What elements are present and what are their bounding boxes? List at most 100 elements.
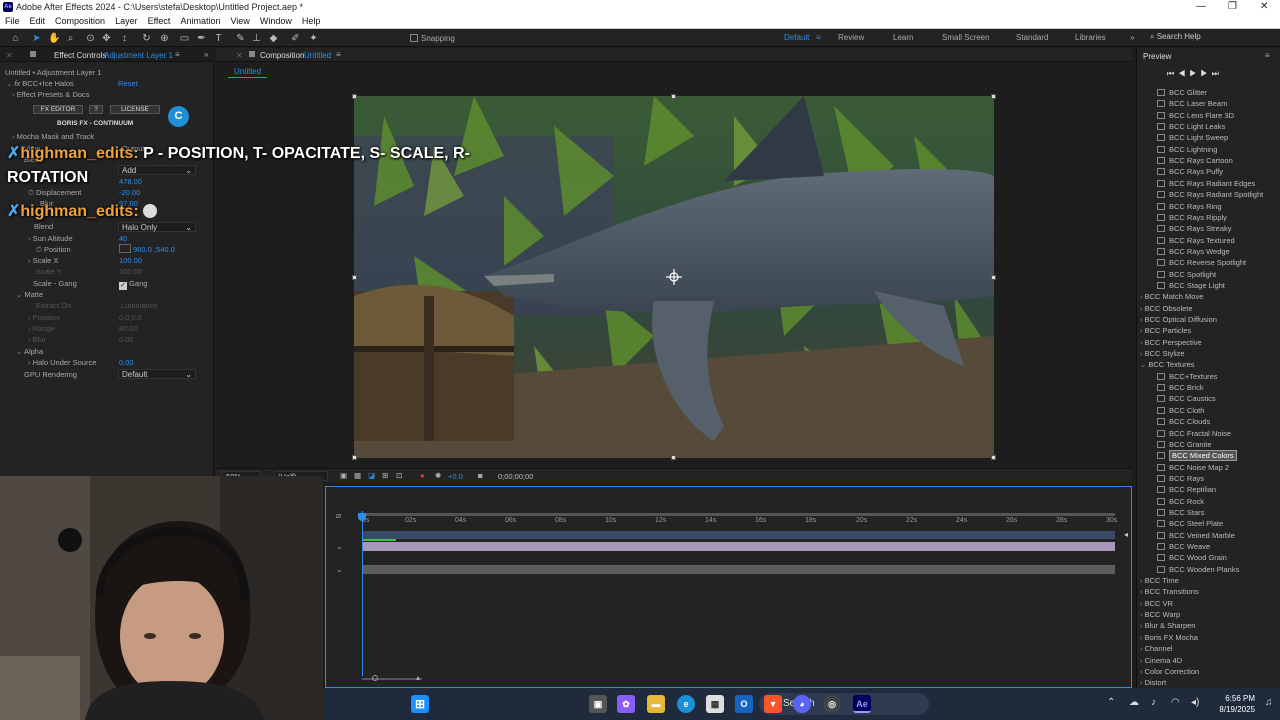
playhead[interactable] xyxy=(362,511,363,676)
snapping-checkbox[interactable] xyxy=(410,34,418,42)
pan-tool-icon[interactable]: ✥ xyxy=(100,32,113,45)
lock-icon[interactable] xyxy=(30,51,36,57)
zoom-slider-thumb[interactable] xyxy=(372,675,378,681)
workspace-default[interactable]: Default xyxy=(784,33,809,42)
brave-icon[interactable]: ▼ xyxy=(764,695,782,713)
effect-list-item[interactable]: BCC Stars xyxy=(1137,508,1280,519)
clock-date[interactable]: 8/19/2025 xyxy=(1203,705,1255,714)
effect-list-item[interactable]: › BCC Perspective xyxy=(1137,338,1280,349)
3d-view-icon[interactable]: ⊡ xyxy=(396,471,402,480)
menu-layer[interactable]: Layer xyxy=(110,15,143,27)
system-tray-chevron-icon[interactable]: ⌃ xyxy=(1107,697,1115,708)
panel-menu-icon[interactable]: ≡ xyxy=(175,50,180,59)
zoom-slider[interactable] xyxy=(362,678,422,680)
anchor-tool-icon[interactable]: ⊕ xyxy=(158,32,171,45)
effect-list-item[interactable]: BCC Caustics xyxy=(1137,394,1280,405)
effect-list-item[interactable]: BCC Rays Ring xyxy=(1137,202,1280,213)
mask-visibility-icon[interactable]: ◪ xyxy=(368,471,375,480)
puppet-tool-icon[interactable]: ✦ xyxy=(307,32,320,45)
effect-list-item[interactable]: › Blur & Sharpen xyxy=(1137,621,1280,632)
eraser-tool-icon[interactable]: ◆ xyxy=(267,32,280,45)
panel-expand-icon[interactable]: » xyxy=(204,50,208,59)
panel-menu-icon[interactable]: ≡ xyxy=(336,50,341,59)
preview-controls[interactable]: ⏮◀▶▶⏭ xyxy=(1167,69,1223,79)
workspace-overflow-icon[interactable]: » xyxy=(1130,33,1134,42)
transform-handle[interactable] xyxy=(352,455,357,460)
home-icon[interactable]: ⌂ xyxy=(9,32,22,45)
expand-chevron-icon[interactable]: ⌄ xyxy=(336,565,343,574)
lock-icon[interactable] xyxy=(249,51,255,57)
work-area-bar[interactable] xyxy=(362,513,1115,516)
brush-tool-icon[interactable]: ✎ xyxy=(234,32,247,45)
menu-help[interactable]: Help xyxy=(297,15,326,27)
exposure-icon[interactable]: ✺ xyxy=(435,471,441,480)
close-icon[interactable]: ✕ xyxy=(6,51,13,60)
effect-list-item[interactable]: BCC Reptilian xyxy=(1137,485,1280,496)
rotate-tool-icon[interactable]: ↻ xyxy=(140,32,153,45)
effect-list-item[interactable]: BCC Rays Radiant Spotlight xyxy=(1137,190,1280,201)
effect-list-item[interactable]: BCC Glitter xyxy=(1137,88,1280,99)
effect-list-item[interactable]: BCC+Textures xyxy=(1137,372,1280,383)
collapse-chevron-icon[interactable]: ⌄ xyxy=(16,347,24,356)
footage-layer-bar[interactable] xyxy=(362,565,1115,574)
previous-frame-icon[interactable]: ◀ xyxy=(1178,69,1189,78)
taskbar-search[interactable]: ⌕Search xyxy=(759,693,929,715)
effect-list-item[interactable]: › BCC Optical Diffusion xyxy=(1137,315,1280,326)
close-icon[interactable]: ✕ xyxy=(1260,1,1268,12)
effect-list-item[interactable]: › BCC Match Move xyxy=(1137,292,1280,303)
transparency-grid-icon[interactable]: ▦ xyxy=(354,471,361,480)
menu-window[interactable]: Window xyxy=(255,15,297,27)
stopwatch-icon[interactable]: ⏱ xyxy=(36,245,44,254)
transform-handle[interactable] xyxy=(352,275,357,280)
effect-list-item[interactable]: › BCC VR xyxy=(1137,599,1280,610)
cloud-icon[interactable]: ☁ xyxy=(1129,697,1139,708)
effect-list-item[interactable]: › Color Correction xyxy=(1137,667,1280,678)
selection-tool-icon[interactable]: ➤ xyxy=(30,32,43,45)
menu-composition[interactable]: Composition xyxy=(50,15,110,27)
workspace-standard[interactable]: Standard xyxy=(1016,33,1048,42)
region-of-interest-icon[interactable]: ▣ xyxy=(340,471,347,480)
effect-list-item[interactable]: BCC Clouds xyxy=(1137,417,1280,428)
work-area-end-icon[interactable]: ◂ xyxy=(1124,530,1128,539)
effect-list-item[interactable]: BCC Rays Radiant Edges xyxy=(1137,179,1280,190)
effect-list-item[interactable]: BCC Stage Light xyxy=(1137,281,1280,292)
next-frame-icon[interactable]: ▶ xyxy=(1200,69,1211,78)
transform-handle[interactable] xyxy=(991,275,996,280)
orbit-tool-icon[interactable]: ⊙ xyxy=(84,32,97,45)
effect-list-item[interactable]: BCC Lens Flare 3D xyxy=(1137,111,1280,122)
effect-list-item[interactable]: BCC Laser Beam xyxy=(1137,99,1280,110)
current-time-display[interactable]: 0;00;00;00 xyxy=(498,472,533,481)
zoom-in-icon[interactable]: ▴ xyxy=(416,673,420,682)
playhead-handle[interactable] xyxy=(358,513,366,521)
obs-icon[interactable]: ◎ xyxy=(823,695,841,713)
effect-list-item[interactable]: › BCC Time xyxy=(1137,576,1280,587)
exposure-value[interactable]: +0.0 xyxy=(448,472,463,481)
effect-list-item[interactable]: › BCC Particles xyxy=(1137,326,1280,337)
position-crosshair-icon[interactable] xyxy=(119,244,131,253)
composition-tab[interactable]: Composition xyxy=(260,51,304,60)
store-icon[interactable]: ▦ xyxy=(706,695,724,713)
effect-list-item[interactable]: BCC Rock xyxy=(1137,497,1280,508)
effect-list-item[interactable]: BCC Light Sweep xyxy=(1137,133,1280,144)
edge-icon[interactable]: e xyxy=(677,695,695,713)
close-icon[interactable]: ✕ xyxy=(236,51,243,60)
channel-icon[interactable]: ● xyxy=(420,471,425,480)
snapshot-camera-icon[interactable]: ◙ xyxy=(478,471,483,480)
help-button[interactable]: ? xyxy=(89,105,103,114)
play-icon[interactable]: ▶ xyxy=(1189,69,1200,78)
effect-list-item[interactable]: BCC Rays Ripply xyxy=(1137,213,1280,224)
pen-tool-icon[interactable]: ✒ xyxy=(195,32,208,45)
hand-tool-icon[interactable]: ✋ xyxy=(48,32,61,45)
microphone-icon[interactable]: ♪ xyxy=(1151,697,1156,708)
comp-sub-tab[interactable]: Untitled xyxy=(228,67,268,78)
zoom-tool-icon[interactable]: ⌕ xyxy=(64,32,77,45)
transform-handle[interactable] xyxy=(352,94,357,99)
transform-handle[interactable] xyxy=(991,94,996,99)
reset-link[interactable]: Reset xyxy=(118,79,158,90)
effect-list-item[interactable]: BCC Rays Wedge xyxy=(1137,247,1280,258)
effect-list-item[interactable]: BCC Wood Grain xyxy=(1137,553,1280,564)
file-explorer-icon[interactable]: ▬ xyxy=(647,695,665,713)
workspace-libraries[interactable]: Libraries xyxy=(1075,33,1106,42)
workspace-small-screen[interactable]: Small Screen xyxy=(942,33,990,42)
comp-mini-flowchart-icon[interactable]: ⧄ xyxy=(336,511,341,521)
